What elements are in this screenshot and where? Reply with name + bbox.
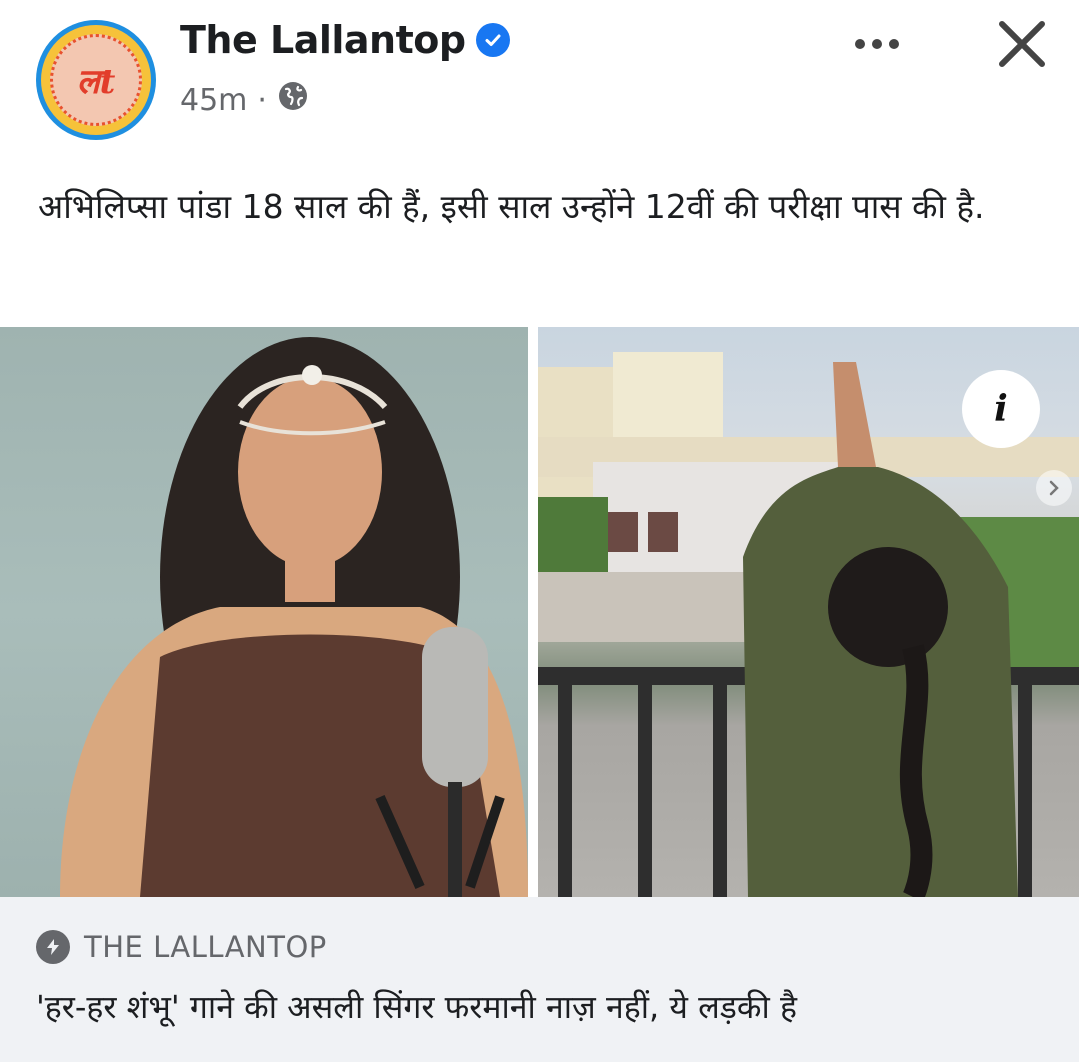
page-avatar[interactable]: लt xyxy=(36,20,156,140)
bolt-icon xyxy=(36,930,70,964)
lallantop-logo: लt xyxy=(50,34,142,126)
chevron-right-icon[interactable] xyxy=(1036,470,1072,506)
link-preview[interactable] xyxy=(0,897,1079,1062)
link-headline[interactable]: 'हर-हर शंभू' गाने की असली सिंगर फरमानी न… xyxy=(36,985,797,1028)
source-name: THE LALLANTOP xyxy=(84,930,327,964)
post-meta: 45m · xyxy=(180,80,309,120)
post-time[interactable]: 45m xyxy=(180,83,247,118)
info-button[interactable]: i xyxy=(962,370,1040,448)
globe-icon[interactable] xyxy=(277,80,309,120)
post-caption: अभिलिप्सा पांडा 18 साल की हैं, इसी साल उ… xyxy=(38,187,985,226)
meta-separator: · xyxy=(257,82,267,118)
page-name-link[interactable]: The Lallantop xyxy=(180,18,466,62)
more-options-icon[interactable] xyxy=(850,24,910,64)
post-media[interactable] xyxy=(0,327,1079,897)
page-name-row: The Lallantop xyxy=(180,18,510,62)
verified-badge-icon xyxy=(475,23,510,57)
close-icon[interactable] xyxy=(992,14,1052,74)
singer-photo[interactable] xyxy=(0,327,528,897)
post-header: लt The Lallantop 45m · xyxy=(0,0,1079,160)
link-source: THE LALLANTOP xyxy=(36,930,327,964)
